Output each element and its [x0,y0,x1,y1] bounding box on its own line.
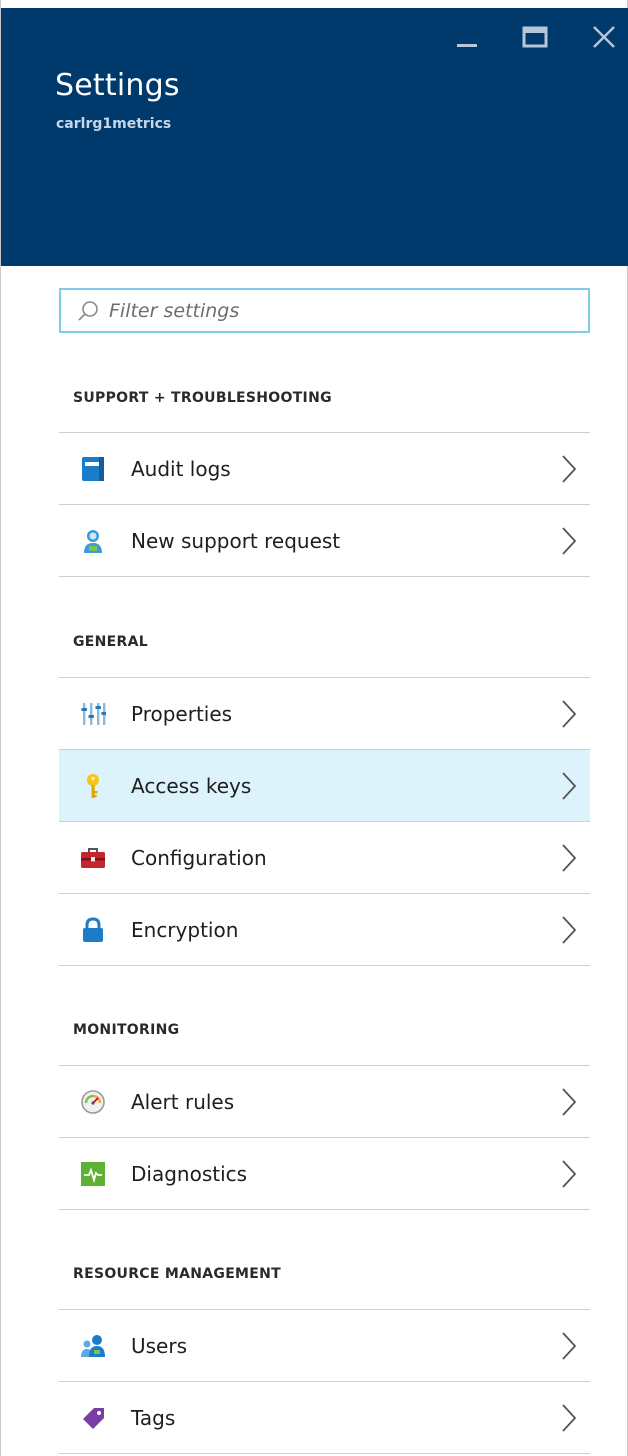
chevron-right-icon [562,1403,577,1432]
search-icon [78,300,98,321]
minimize-icon[interactable] [453,22,483,52]
section-general: Properties Access keys Configuration Enc… [59,677,590,966]
setting-new-support-request[interactable]: New support request [59,505,590,577]
setting-label: Encryption [131,917,239,942]
section-monitoring: Alert rules Diagnostics [59,1065,590,1210]
setting-tags[interactable]: Tags [59,1382,590,1454]
setting-label: Tags [131,1405,176,1430]
gauge-icon [79,1088,107,1116]
support-request-icon [79,527,107,555]
setting-audit-logs[interactable]: Audit logs [59,433,590,505]
section-header-support: SUPPORT + TROUBLESHOOTING [73,390,332,406]
section-resource-management: Users Tags [59,1309,590,1454]
setting-encryption[interactable]: Encryption [59,894,590,966]
chevron-right-icon [562,454,577,483]
resource-name: carlrg1metrics [56,116,172,132]
setting-label: New support request [131,528,341,553]
chevron-right-icon [562,771,577,800]
page-title: Settings [55,68,180,103]
key-icon [79,772,107,800]
settings-blade: Settings carlrg1metrics SUPPORT + TROUBL… [0,0,628,1456]
tag-icon [79,1404,107,1432]
chevron-right-icon [562,843,577,872]
audit-logs-icon [79,455,107,483]
chevron-right-icon [562,915,577,944]
setting-label: Users [131,1333,188,1358]
setting-label: Properties [131,701,233,726]
setting-access-keys[interactable]: Access keys [59,750,590,822]
filter-settings-input[interactable] [109,299,588,322]
setting-label: Access keys [131,773,252,798]
chevron-right-icon [562,699,577,728]
toolbox-icon [79,844,107,872]
setting-configuration[interactable]: Configuration [59,822,590,894]
setting-alert-rules[interactable]: Alert rules [59,1066,590,1138]
setting-label: Configuration [131,845,267,870]
close-icon[interactable] [589,22,619,52]
setting-diagnostics[interactable]: Diagnostics [59,1138,590,1210]
properties-icon [79,700,107,728]
chevron-right-icon [562,1087,577,1116]
section-support: Audit logs New support request [59,432,590,577]
filter-settings-field[interactable] [59,288,590,333]
setting-properties[interactable]: Properties [59,678,590,750]
lock-icon [79,916,107,944]
section-header-resource-management: RESOURCE MANAGEMENT [73,1266,282,1282]
diagnostics-icon [79,1160,107,1188]
chevron-right-icon [562,1159,577,1188]
setting-label: Audit logs [131,456,231,481]
setting-users[interactable]: Users [59,1310,590,1382]
users-icon [79,1332,107,1360]
blade-header: Settings carlrg1metrics [1,8,628,266]
chevron-right-icon [562,1331,577,1360]
maximize-icon[interactable] [521,22,551,52]
setting-label: Diagnostics [131,1161,248,1186]
setting-label: Alert rules [131,1089,235,1114]
chevron-right-icon [562,526,577,555]
section-header-monitoring: MONITORING [73,1022,180,1038]
section-header-general: GENERAL [73,634,148,650]
